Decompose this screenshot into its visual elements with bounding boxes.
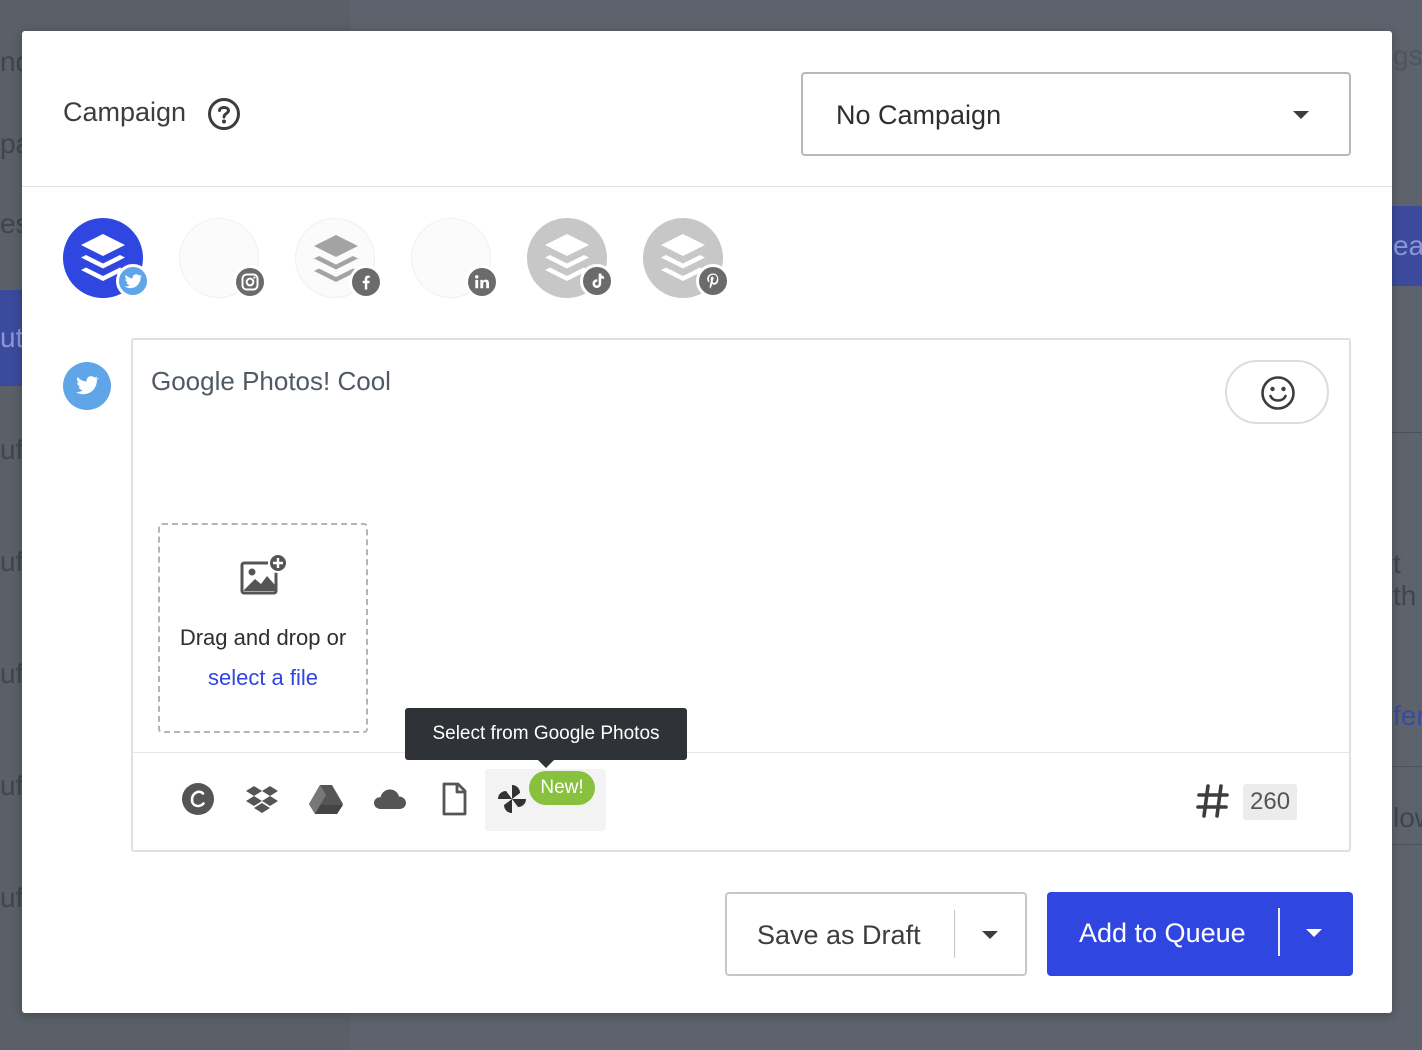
twitter-icon: [116, 264, 150, 298]
tiktok-icon: [580, 264, 614, 298]
composer-toolbar: New! 260: [133, 752, 1349, 850]
background-divider: [1392, 766, 1422, 767]
button-divider: [1278, 908, 1280, 956]
save-as-draft-button[interactable]: Save as Draft: [725, 892, 1027, 976]
profile-avatar-instagram[interactable]: [179, 218, 267, 299]
tooltip-arrow: [538, 760, 554, 768]
chevron-down-icon: [1293, 111, 1309, 119]
background-text: fer: [1393, 700, 1422, 731]
background-text: ea: [1393, 230, 1422, 261]
campaign-row: Campaign No Campaign: [22, 31, 1392, 187]
google-drive-icon[interactable]: [308, 781, 344, 817]
add-to-queue-button[interactable]: Add to Queue: [1047, 892, 1353, 976]
emoji-picker-button[interactable]: [1225, 360, 1329, 424]
post-composer[interactable]: Google Photos! Cool Drag and drop or sel…: [131, 338, 1351, 852]
background-text: t th: [1393, 548, 1417, 611]
linkedin-icon: [465, 265, 499, 299]
background-text: uf: [0, 882, 24, 913]
background-divider: [1392, 844, 1422, 845]
add-image-icon: [240, 553, 288, 595]
dropbox-icon[interactable]: [244, 781, 280, 817]
facebook-icon: [349, 265, 383, 299]
pinterest-icon: [696, 264, 730, 298]
background-text: uf: [0, 546, 24, 577]
background-text: uf: [0, 658, 24, 689]
smiley-icon: [1261, 376, 1295, 410]
chevron-down-icon[interactable]: [982, 931, 998, 939]
button-divider: [954, 910, 955, 958]
composer-modal: Campaign No Campaign Google Photos! Cool…: [22, 31, 1392, 1013]
background-text: uf: [0, 434, 24, 465]
background-text: uf: [0, 770, 24, 801]
save-as-draft-label: Save as Draft: [757, 920, 921, 950]
character-count: 260: [1243, 784, 1298, 820]
hashtag-icon[interactable]: [1196, 783, 1230, 819]
background-text: ut: [0, 322, 24, 353]
add-to-queue-label: Add to Queue: [1079, 918, 1246, 948]
chevron-down-icon[interactable]: [1306, 929, 1322, 937]
profile-avatar-facebook[interactable]: [295, 218, 383, 299]
file-icon[interactable]: [436, 781, 472, 817]
question-circle-icon[interactable]: [207, 97, 241, 131]
post-text-area[interactable]: Google Photos! Cool: [151, 366, 391, 397]
onedrive-icon[interactable]: [372, 781, 408, 817]
profile-avatar-tiktok[interactable]: [527, 218, 614, 298]
media-dropzone[interactable]: Drag and drop or select a file: [158, 523, 368, 733]
profile-avatar-linkedin[interactable]: [411, 218, 499, 299]
google-photos-tooltip: Select from Google Photos: [405, 708, 687, 760]
twitter-icon: [63, 362, 111, 410]
select-file-link[interactable]: select a file: [160, 665, 366, 691]
profile-avatar-twitter[interactable]: [63, 218, 150, 298]
canva-icon[interactable]: [180, 781, 216, 817]
campaign-select-value: No Campaign: [836, 100, 1002, 130]
background-divider: [1392, 432, 1422, 433]
campaign-label: Campaign: [63, 97, 187, 127]
instagram-icon: [233, 265, 267, 299]
background-text: gs: [1393, 40, 1422, 71]
new-badge: New!: [529, 771, 595, 805]
profile-avatar-pinterest[interactable]: [643, 218, 730, 298]
google-photos-icon[interactable]: [494, 781, 530, 817]
dropzone-text: Drag and drop or: [179, 625, 347, 650]
campaign-select[interactable]: No Campaign: [801, 72, 1351, 156]
background-text: low: [1393, 802, 1422, 833]
